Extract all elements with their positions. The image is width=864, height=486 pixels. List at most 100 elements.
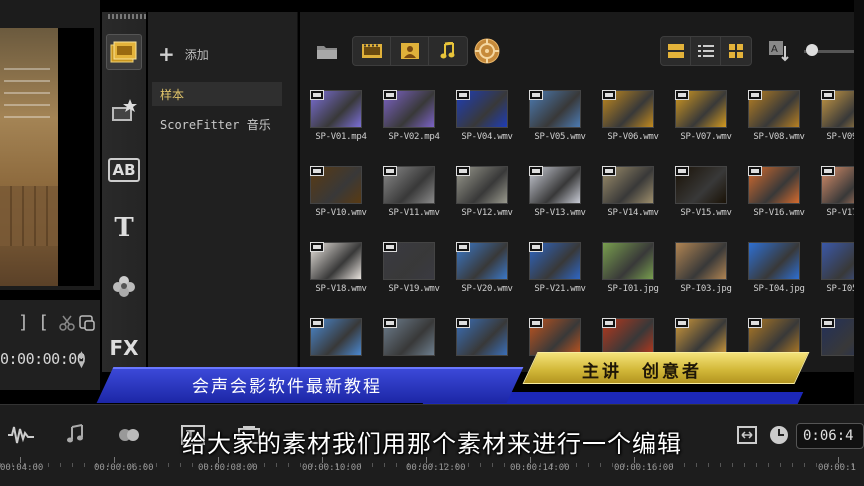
video-clip-icon [456, 242, 470, 252]
plus-icon: + [158, 42, 175, 66]
transition-icon[interactable]: AB [106, 152, 142, 188]
media-thumbnail[interactable]: SP-V12.wmv [450, 158, 520, 232]
thumbnail-label: SP-V06.wmv [607, 132, 659, 142]
media-thumbnail[interactable]: SP-I04.jpg [742, 234, 812, 308]
video-clip-icon [383, 166, 397, 176]
show-photos-icon[interactable] [391, 37, 429, 65]
media-filter-group [352, 36, 468, 66]
video-clip-icon [821, 90, 835, 100]
thumbnail-image [748, 242, 800, 280]
video-clip-icon [456, 318, 470, 328]
media-thumbnail[interactable]: SP-V19.wmv [377, 234, 447, 308]
import-media-icon[interactable] [474, 38, 500, 64]
graphic-icon[interactable] [106, 268, 142, 304]
media-thumbnail[interactable]: SP-V04.wmv [450, 82, 520, 156]
media-icon[interactable] [106, 34, 142, 70]
video-clip-icon [310, 166, 324, 176]
cut-clip-icon[interactable] [58, 314, 76, 337]
thumbnail-label: SP-V16.wmv [753, 208, 805, 218]
video-clip-icon [310, 318, 324, 328]
video-clip-icon [529, 242, 543, 252]
thumbnail-label: SP-V15.wmv [680, 208, 732, 218]
course-title: 会声会影软件最新教程 [192, 377, 382, 397]
library-folder-panel: + 添加 样本 ScoreFitter 音乐 [148, 12, 298, 372]
media-thumbnail[interactable]: SP-V16.wmv [742, 158, 812, 232]
title-label: T [114, 213, 134, 243]
show-audio-icon[interactable] [429, 37, 467, 65]
media-thumbnail[interactable]: SP-V01.mp4 [304, 82, 374, 156]
preview-controls: ] [ [0, 300, 100, 390]
slider-handle[interactable] [806, 44, 818, 56]
storyboard-view-icon[interactable] [661, 37, 691, 65]
ruler-label: 00:00:10:00 [302, 457, 362, 473]
media-thumbnail[interactable]: SP-V02.mp4 [377, 82, 447, 156]
video-clip-icon [310, 90, 324, 100]
folder-item-samples[interactable]: 样本 [152, 82, 282, 106]
video-clip-icon [383, 90, 397, 100]
thumbnail-label: SP-V02.mp4 [388, 132, 440, 142]
media-thumbnail[interactable]: SP-V14.wmv [596, 158, 666, 232]
sort-icon[interactable]: A [766, 38, 792, 64]
thumbnail-label: SP-V14.wmv [607, 208, 659, 218]
media-thumbnail[interactable]: SP-V08.wmv [742, 82, 812, 156]
media-thumbnail[interactable]: SP-V20.wmv [450, 234, 520, 308]
preview-video-frame[interactable] [0, 28, 58, 286]
media-thumbnail[interactable]: SP-I03.jpg [669, 234, 739, 308]
thumbnail-label: SP-V19.wmv [388, 284, 440, 294]
thumbnail-label: SP-V04.wmv [461, 132, 513, 142]
add-folder-button[interactable]: + 添加 [158, 42, 209, 66]
instant-project-icon[interactable] [106, 92, 142, 128]
preview-window [0, 0, 100, 290]
media-thumbnail[interactable]: SP-V13.wmv [523, 158, 593, 232]
thumbnail-label: SP-V11.wmv [388, 208, 440, 218]
folder-item-label: 样本 [160, 87, 185, 102]
preview-timecode[interactable]: 0:00:00:00 [0, 350, 86, 368]
media-thumbnail[interactable]: SP-V06.wmv [596, 82, 666, 156]
show-videos-icon[interactable] [353, 37, 391, 65]
enlarge-preview-icon[interactable] [78, 314, 96, 337]
thumbnail-label: SP-V12.wmv [461, 208, 513, 218]
thumbnail-image [602, 242, 654, 280]
video-clip-icon [748, 318, 762, 328]
video-clip-icon [602, 90, 616, 100]
list-view-icon[interactable] [691, 37, 721, 65]
video-clip-icon [529, 166, 543, 176]
thumbnail-view-icon[interactable] [721, 37, 751, 65]
media-thumbnail[interactable]: SP-V18.wmv [304, 234, 374, 308]
thumbnail-label: SP-I03.jpg [680, 284, 732, 294]
video-clip-icon [675, 318, 689, 328]
video-clip-icon [821, 318, 835, 328]
media-thumbnail[interactable]: SP-V05.wmv [523, 82, 593, 156]
ruler-label: 00:00:14:00 [510, 457, 570, 473]
thumbnail-label: SP-V07.wmv [680, 132, 732, 142]
thumbnail-label: SP-V21.wmv [534, 284, 586, 294]
video-clip-icon [602, 166, 616, 176]
video-clip-icon [675, 90, 689, 100]
thumbnail-label: SP-V08.wmv [753, 132, 805, 142]
folder-item-scorefitter[interactable]: ScoreFitter 音乐 [152, 112, 282, 136]
media-thumbnail[interactable]: SP-V11.wmv [377, 158, 447, 232]
thumbnail-label: SP-V01.mp4 [315, 132, 367, 142]
filter-icon[interactable]: FX [106, 330, 142, 366]
media-thumbnail[interactable]: SP-V15.wmv [669, 158, 739, 232]
timecode-spinner[interactable]: ▲ ▼ [78, 350, 85, 370]
thumbnail-label: SP-V10.wmv [315, 208, 367, 218]
media-thumbnail[interactable]: SP-I01.jpg [596, 234, 666, 308]
media-thumbnail[interactable]: SP-V07.wmv [669, 82, 739, 156]
media-thumbnail[interactable]: SP-V21.wmv [523, 234, 593, 308]
svg-text:A: A [771, 44, 778, 55]
view-mode-group [660, 36, 752, 66]
category-rail: AB T FX [102, 12, 156, 372]
ruler-label: 00:00:16:00 [614, 457, 674, 473]
title-icon[interactable]: T [106, 210, 142, 246]
media-thumbnail[interactable]: SP-V10.wmv [304, 158, 374, 232]
media-library: A SP-V01.mp4 SP-V02.mp4 SP-V04.wmv SP-V05.w… [300, 12, 864, 372]
timeline-ruler[interactable]: 00:04:00 00:00:06:00 00:00:08:00 00:00:1… [0, 457, 864, 486]
thumbnail-label: SP-V20.wmv [461, 284, 513, 294]
add-label: 添加 [184, 47, 209, 62]
thumbnail-grid: SP-V01.mp4 SP-V02.mp4 SP-V04.wmv SP-V05.wmv… [304, 82, 864, 372]
browse-folder-icon[interactable] [314, 38, 340, 64]
thumbnail-image [675, 242, 727, 280]
mark-in-button[interactable]: [ [38, 312, 49, 333]
mark-out-button[interactable]: ] [18, 312, 29, 333]
